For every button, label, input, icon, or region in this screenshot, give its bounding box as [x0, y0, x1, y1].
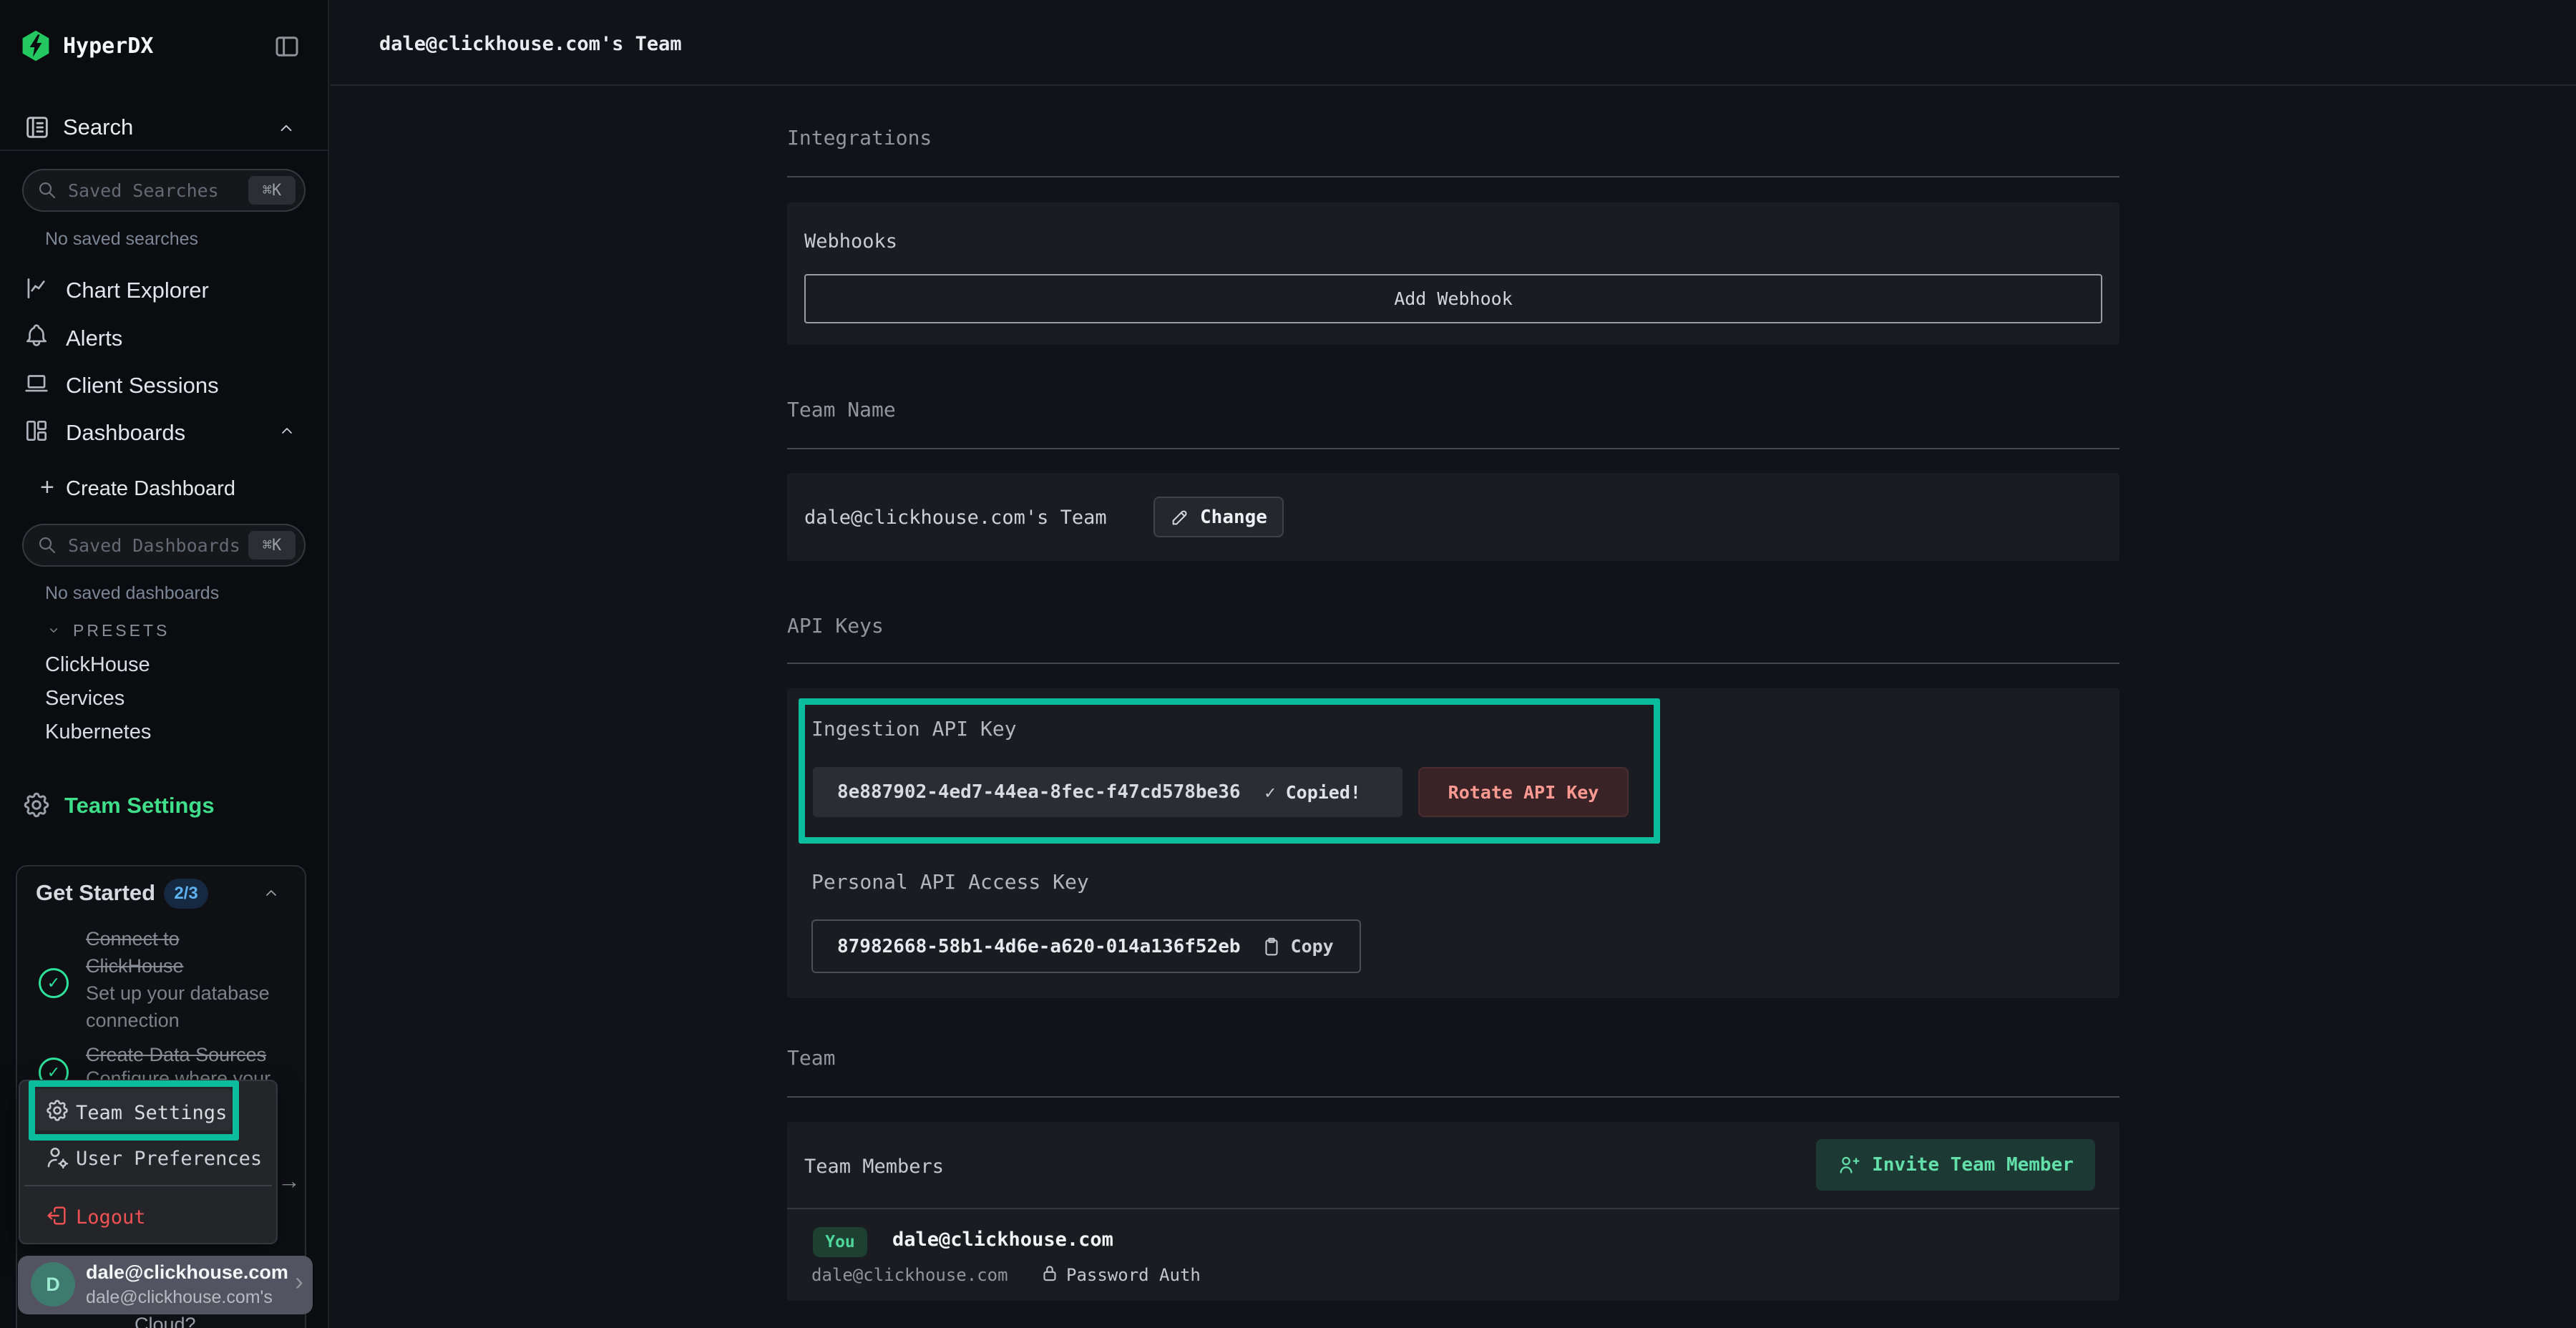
team-members-label: Team Members — [804, 1156, 944, 1178]
menu-divider — [24, 1185, 272, 1186]
section-divider — [787, 448, 2119, 449]
saved-dashboards-placeholder: Saved Dashboards — [68, 535, 248, 556]
user-email-title: dale@clickhouse.com — [86, 1261, 288, 1284]
member-name: dale@clickhouse.com — [892, 1229, 1113, 1251]
sidebar-item-chart-explorer[interactable]: Chart Explorer — [66, 278, 209, 303]
webhooks-label: Webhooks — [804, 230, 897, 253]
logout-icon — [44, 1204, 69, 1228]
check-icon: ✓ — [1265, 782, 1276, 803]
sidebar-item-team-settings[interactable]: Team Settings — [64, 793, 215, 819]
integrations-heading: Integrations — [787, 126, 932, 150]
chevron-right-icon: › — [295, 1266, 303, 1297]
step-complete-check-icon: ✓ — [39, 968, 69, 998]
gear-icon — [44, 1098, 70, 1123]
sidebar-item-search[interactable]: Search — [63, 114, 133, 140]
sidebar-item-alerts[interactable]: Alerts — [66, 326, 122, 351]
chevron-up-icon[interactable] — [276, 422, 298, 439]
card-divider — [787, 1208, 2119, 1209]
saved-searches-placeholder: Saved Searches — [68, 180, 248, 201]
user-team-subtitle: dale@clickhouse.com's — [86, 1287, 273, 1308]
get-started-footer-partial[interactable]: Cloud? — [135, 1314, 196, 1328]
sidebar: HyperDX Search Saved Searches ⌘K No save… — [0, 0, 329, 1328]
user-gear-icon — [44, 1145, 70, 1171]
ingestion-api-key-value: 8e887902-4ed7-44ea-8fec-f47cd578be36 — [837, 781, 1241, 803]
team-name-heading: Team Name — [787, 398, 896, 421]
preset-kubernetes[interactable]: Kubernetes — [45, 721, 151, 744]
menu-item-team-settings-label[interactable]: Team Settings — [76, 1102, 227, 1124]
chevron-up-icon[interactable] — [260, 884, 282, 902]
sidebar-item-client-sessions[interactable]: Client Sessions — [66, 373, 219, 399]
auth-method-label: Password Auth — [1066, 1265, 1201, 1285]
change-button-label: Change — [1200, 507, 1267, 528]
sidebar-divider — [0, 150, 328, 151]
app-window: HyperDX Search Saved Searches ⌘K No save… — [0, 0, 2576, 1328]
search-section-icon — [23, 113, 52, 142]
you-badge: You — [813, 1227, 867, 1257]
get-started-step-2-title: Create Data Sources — [86, 1044, 266, 1066]
step-title-line: Connect to — [86, 925, 270, 952]
no-saved-dashboards-text: No saved dashboards — [45, 583, 219, 604]
saved-searches-input[interactable]: Saved Searches ⌘K — [22, 169, 306, 212]
section-divider — [787, 1096, 2119, 1098]
client-sessions-laptop-icon — [23, 369, 50, 396]
invite-button-label: Invite Team Member — [1872, 1154, 2074, 1176]
brand-title: HyperDX — [63, 34, 153, 59]
search-icon — [36, 180, 58, 201]
get-started-step-1: Connect to ClickHouse Set up your databa… — [86, 925, 270, 1034]
presets-group-label[interactable]: PRESETS — [73, 621, 170, 640]
personal-api-key-label: Personal API Access Key — [811, 870, 1089, 894]
no-saved-searches-text: No saved searches — [45, 229, 198, 250]
step-subtitle-line: Set up your database — [86, 980, 270, 1007]
saved-dashboards-input[interactable]: Saved Dashboards ⌘K — [22, 524, 306, 567]
chevron-down-icon[interactable] — [44, 624, 63, 637]
collapse-sidebar-icon[interactable] — [272, 31, 302, 62]
alerts-bell-icon — [23, 322, 50, 349]
api-keys-heading: API Keys — [787, 614, 884, 638]
step-subtitle-line: connection — [86, 1007, 270, 1034]
shortcut-badge: ⌘K — [248, 176, 296, 205]
add-webhook-button[interactable]: Add Webhook — [804, 274, 2102, 323]
pencil-icon — [1170, 507, 1190, 527]
hyperdx-logo-icon — [19, 29, 53, 63]
chevron-up-icon[interactable] — [275, 119, 298, 137]
change-team-name-button[interactable]: Change — [1153, 497, 1284, 537]
member-email: dale@clickhouse.com — [811, 1265, 1008, 1285]
sidebar-item-dashboards[interactable]: Dashboards — [66, 420, 185, 446]
menu-item-user-preferences[interactable]: User Preferences — [76, 1148, 262, 1170]
team-name-value: dale@clickhouse.com's Team — [804, 507, 1107, 529]
create-dashboard-button[interactable]: Create Dashboard — [66, 477, 235, 501]
preset-clickhouse[interactable]: ClickHouse — [45, 653, 150, 677]
team-heading: Team — [787, 1046, 835, 1070]
lock-icon — [1039, 1262, 1060, 1284]
dashboards-grid-icon — [23, 417, 50, 444]
copy-button-label: Copy — [1291, 936, 1334, 957]
plus-icon: + — [40, 474, 54, 502]
avatar: D — [31, 1262, 75, 1307]
arrow-right-icon: → — [278, 1168, 301, 1194]
section-divider — [787, 176, 2119, 177]
personal-api-key-chip[interactable]: 87982668-58b1-4d6e-a620-014a136f52eb Cop… — [811, 919, 1361, 973]
shortcut-badge: ⌘K — [248, 531, 296, 560]
user-plus-icon — [1838, 1153, 1860, 1176]
search-icon — [36, 534, 58, 556]
get-started-title: Get Started — [36, 880, 155, 906]
personal-api-key-value: 87982668-58b1-4d6e-a620-014a136f52eb — [837, 936, 1241, 957]
ingestion-api-key-label: Ingestion API Key — [811, 717, 1017, 741]
gear-icon — [21, 790, 52, 820]
ingestion-api-key-chip[interactable]: 8e887902-4ed7-44ea-8fec-f47cd578be36 ✓ C… — [813, 767, 1402, 817]
page-title: dale@clickhouse.com's Team — [379, 33, 682, 55]
progress-badge: 2/3 — [164, 879, 208, 909]
step-title-line: ClickHouse — [86, 952, 270, 980]
invite-team-member-button[interactable]: Invite Team Member — [1816, 1139, 2095, 1191]
preset-services[interactable]: Services — [45, 687, 125, 711]
rotate-api-key-button[interactable]: Rotate API Key — [1418, 767, 1629, 817]
chart-explorer-icon — [23, 275, 50, 302]
menu-item-logout[interactable]: Logout — [76, 1206, 146, 1229]
clipboard-icon — [1261, 936, 1282, 957]
copied-status-label: Copied! — [1286, 782, 1361, 803]
section-divider — [787, 663, 2119, 664]
